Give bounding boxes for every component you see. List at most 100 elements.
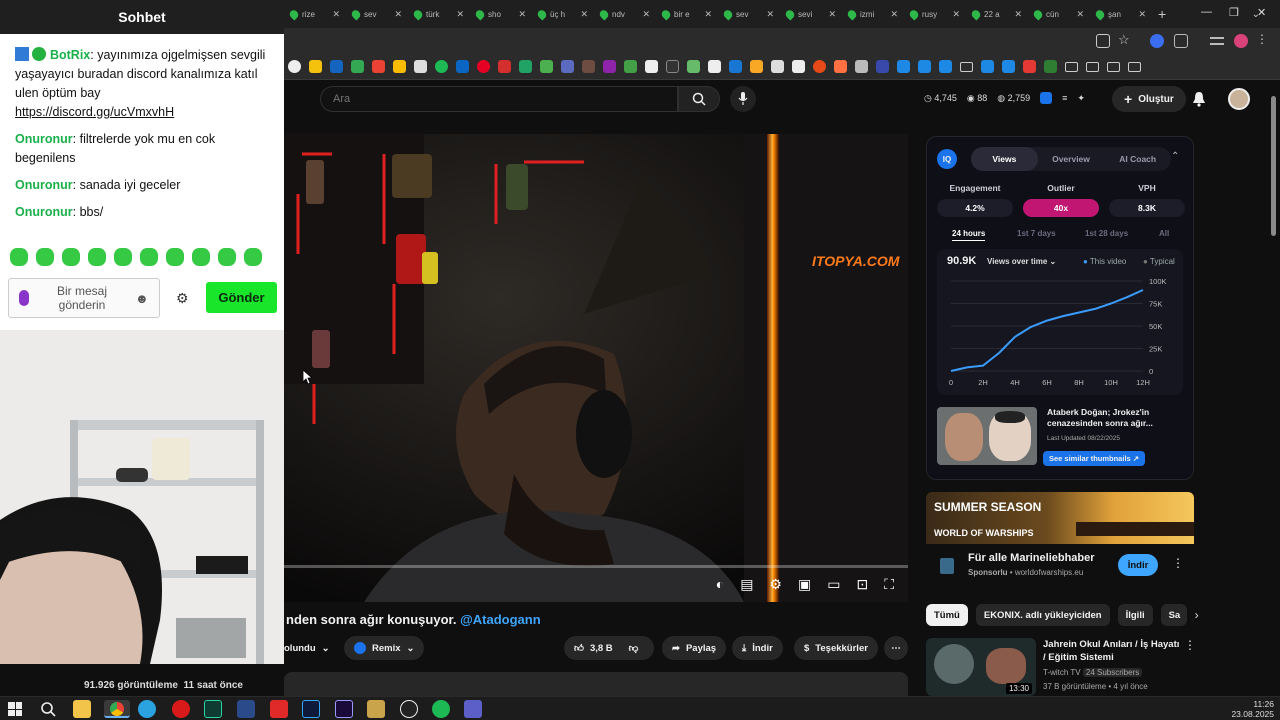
spotify-icon[interactable]: [432, 700, 450, 718]
extensions-icon[interactable]: [1174, 34, 1188, 48]
bookmark-icon[interactable]: [813, 60, 826, 73]
ad-banner[interactable]: SUMMER SEASON WORLD OF WARSHIPS: [926, 492, 1194, 544]
bookmark-icon[interactable]: [561, 60, 574, 73]
tab-close-icon[interactable]: ✕: [1138, 9, 1146, 20]
tab-close-icon[interactable]: ✕: [1014, 9, 1022, 20]
thanks-button[interactable]: $ Teşekkürler: [794, 636, 878, 660]
telegram-icon[interactable]: [138, 700, 156, 718]
browser-tab[interactable]: şan ✕: [1090, 0, 1152, 28]
chip-related[interactable]: İlgili: [1117, 604, 1153, 626]
bookmark-icon[interactable]: [792, 60, 805, 73]
bookmark-icon[interactable]: [939, 60, 952, 73]
bookmark-icon[interactable]: [855, 60, 868, 73]
bookmark-icon[interactable]: [834, 60, 847, 73]
file-explorer-icon[interactable]: [73, 700, 91, 718]
bookmark-icon[interactable]: [603, 60, 616, 73]
tab-close-icon[interactable]: ✕: [394, 9, 402, 20]
emoji-icon[interactable]: ☻: [135, 291, 149, 306]
vidiq-logo-icon[interactable]: [1040, 92, 1053, 104]
send-button[interactable]: Gönder: [206, 282, 277, 313]
emote-icon[interactable]: [62, 248, 80, 266]
browser-tab[interactable]: sev ✕: [718, 0, 780, 28]
search-input[interactable]: [320, 86, 678, 112]
emote-icon[interactable]: [166, 248, 184, 266]
remix-button[interactable]: Remix ⌄: [344, 636, 425, 660]
browser-tab[interactable]: sev ✕: [346, 0, 408, 28]
teams-icon[interactable]: [464, 700, 482, 718]
tab-close-icon[interactable]: ✕: [456, 9, 464, 20]
recommended-video[interactable]: 13:30 Jahrein Okul Anıları / İş Hayatı /…: [926, 636, 1196, 696]
install-app-icon[interactable]: [1096, 34, 1110, 48]
browser-tab[interactable]: ndv ✕: [594, 0, 656, 28]
chip-all[interactable]: Tümü: [926, 604, 968, 626]
tab-close-icon[interactable]: ✕: [828, 9, 836, 20]
bookmark-icon[interactable]: [1023, 60, 1036, 73]
bookmark-icon[interactable]: [456, 60, 469, 73]
address-bar[interactable]: ☆ ⋮: [284, 28, 1280, 54]
fullscreen-icon[interactable]: ⛶: [884, 576, 894, 593]
profile-avatar-icon[interactable]: [1234, 34, 1248, 48]
audition-icon[interactable]: [204, 700, 222, 718]
browser-tab[interactable]: rize ✕: [284, 0, 346, 28]
bookmark-folder-icon[interactable]: [1128, 61, 1141, 72]
recommended-thumbnail[interactable]: 13:30: [926, 638, 1036, 696]
tab-close-icon[interactable]: ✕: [890, 9, 898, 20]
emote-icon[interactable]: [88, 248, 106, 266]
mention-link[interactable]: @Atadogann: [460, 612, 541, 627]
photoshop-icon[interactable]: [302, 700, 320, 718]
video-player[interactable]: ITOPYA.COM ◐ ▤ ⚙ ▣ ▭ ⊡ ⛶: [284, 134, 908, 602]
app-icon[interactable]: [367, 700, 385, 718]
bookmark-folder-icon[interactable]: [1065, 61, 1078, 72]
list-icon[interactable]: ≡: [1062, 93, 1067, 103]
vidiq-extension-icon[interactable]: [1150, 34, 1164, 48]
bookmark-icon[interactable]: [351, 60, 364, 73]
emote-icon[interactable]: [192, 248, 210, 266]
bookmark-icon[interactable]: [414, 60, 427, 73]
tab-close-icon[interactable]: ✕: [952, 9, 960, 20]
bookmark-icon[interactable]: [477, 60, 490, 73]
range-24-hours[interactable]: 24 hours: [952, 229, 986, 241]
browser-tab[interactable]: türk ✕: [408, 0, 470, 28]
bookmark-icon[interactable]: [897, 60, 910, 73]
recommended-title[interactable]: Jahrein Okul Anıları / İş Hayatı / Eğiti…: [1043, 638, 1181, 664]
acrobat-icon[interactable]: [270, 700, 288, 718]
emote-icon[interactable]: [36, 248, 54, 266]
more-actions-button[interactable]: ⋯: [884, 636, 908, 660]
thumbs-up-icon[interactable]: 👍︎: [574, 642, 584, 654]
thumbnail-image[interactable]: [937, 407, 1037, 465]
tab-overview[interactable]: Overview: [1038, 147, 1105, 171]
bookmark-icon[interactable]: [1044, 60, 1057, 73]
browser-tab[interactable]: üç h ✕: [532, 0, 594, 28]
ad-more-icon[interactable]: ⋮: [1172, 556, 1184, 570]
bookmark-icon[interactable]: [876, 60, 889, 73]
range-7-days[interactable]: 1st 7 days: [1017, 229, 1056, 238]
opera-icon[interactable]: [172, 700, 190, 718]
chevron-right-icon[interactable]: ›: [1195, 604, 1199, 626]
tab-ai-coach[interactable]: AI Coach: [1104, 147, 1171, 171]
media-control-icon[interactable]: [1210, 37, 1224, 45]
tab-views[interactable]: Views: [971, 147, 1038, 171]
bookmark-icon[interactable]: [498, 60, 511, 73]
chat-settings-icon[interactable]: ⚙: [176, 290, 189, 307]
emote-icon[interactable]: [10, 248, 28, 266]
tab-close-icon[interactable]: ✕: [704, 9, 712, 20]
chat-message-input[interactable]: Bir mesaj gönderin ☻: [8, 278, 160, 318]
recommended-more-icon[interactable]: ⋮: [1184, 638, 1196, 652]
tab-close-icon[interactable]: ✕: [332, 9, 340, 20]
miniplayer-icon[interactable]: ▣: [798, 576, 811, 593]
browser-tab[interactable]: bir e ✕: [656, 0, 718, 28]
browser-tab[interactable]: 22 a ✕: [966, 0, 1028, 28]
range-28-days[interactable]: 1st 28 days: [1085, 229, 1128, 238]
bookmark-folder-icon[interactable]: [1086, 61, 1099, 72]
chip-from-uploader[interactable]: EKONIX. adlı yükleyiciden: [975, 604, 1110, 626]
cast-icon[interactable]: ⊡: [856, 576, 868, 593]
restore-icon[interactable]: ❐: [1229, 6, 1239, 19]
bookmark-icon[interactable]: [666, 60, 679, 73]
chat-username[interactable]: BotRix: [50, 48, 90, 62]
collapse-icon[interactable]: ⌃: [1171, 151, 1179, 162]
tab-close-icon[interactable]: ✕: [580, 9, 588, 20]
tab-close-icon[interactable]: ✕: [1076, 9, 1084, 20]
bookmark-icon[interactable]: [708, 60, 721, 73]
bookmark-icon[interactable]: [393, 60, 406, 73]
bookmark-icon[interactable]: [645, 60, 658, 73]
